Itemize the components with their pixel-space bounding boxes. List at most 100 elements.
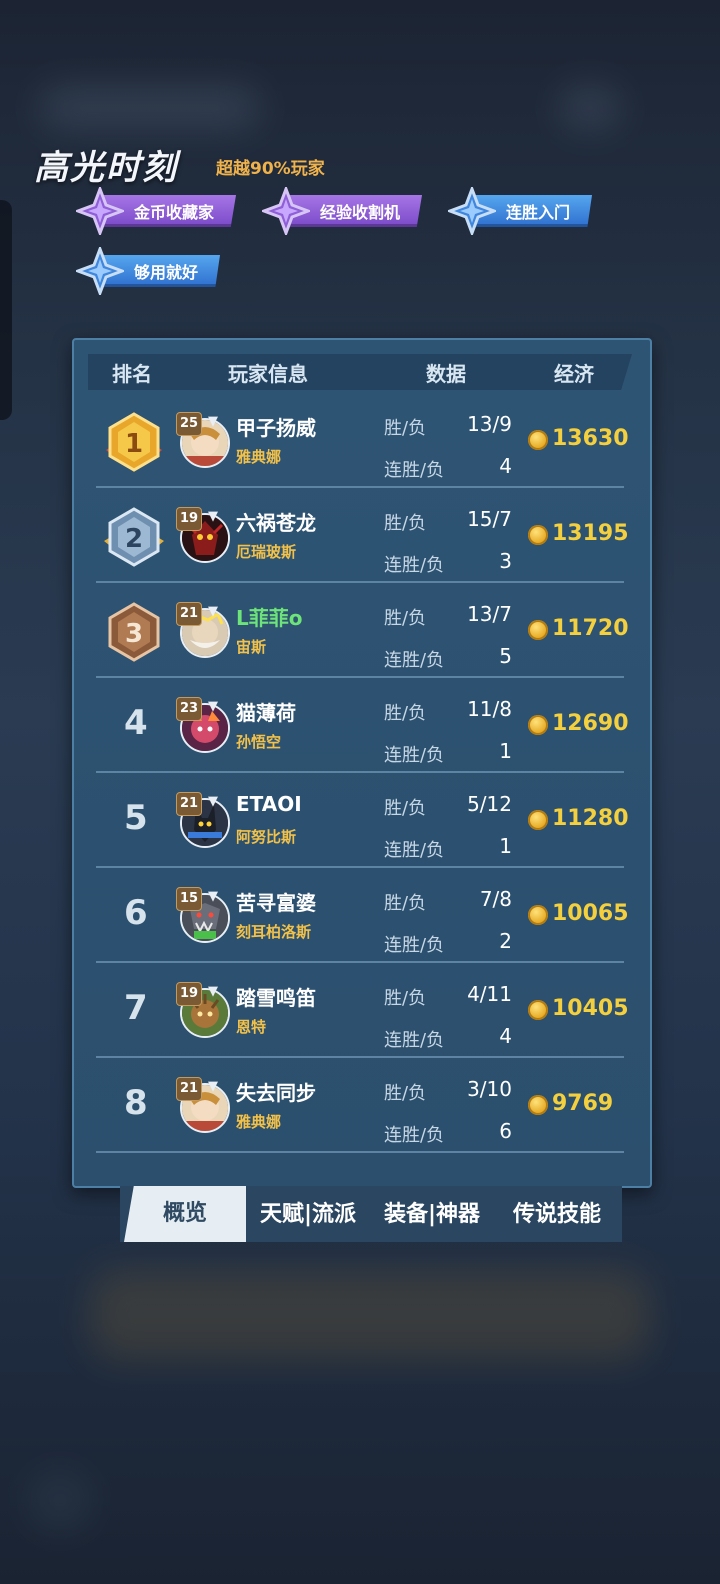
hero-name: 雅典娜 bbox=[236, 448, 282, 466]
badge-just-enough[interactable]: 够用就好 bbox=[76, 247, 246, 295]
hero-name: 刻耳柏洛斯 bbox=[236, 923, 312, 941]
win-loss-label: 胜/负 bbox=[384, 1083, 427, 1104]
level-badge: 15 bbox=[176, 887, 202, 911]
player-name: 猫薄荷 bbox=[236, 701, 296, 725]
streak-label: 连胜/负 bbox=[384, 840, 445, 861]
coin-icon bbox=[528, 715, 548, 735]
table-row[interactable]: 3 21 ▼ L菲菲o 宙斯 胜/负 13/7 连胜/负 5 11720 bbox=[96, 582, 629, 678]
chevron-down-icon: ▼ bbox=[208, 414, 218, 429]
table-row[interactable]: 7 19 ▼ 踏雪鸣笛 恩特 胜/负 4/11 连胜/负 4 10405 bbox=[96, 962, 629, 1058]
streak-label: 连胜/负 bbox=[384, 555, 445, 576]
level-badge: 21 bbox=[176, 792, 202, 816]
chevron-down-icon: ▼ bbox=[208, 889, 218, 904]
streak-label: 连胜/负 bbox=[384, 460, 445, 481]
chevron-down-icon: ▼ bbox=[208, 984, 218, 999]
streak-value: 2 bbox=[499, 929, 512, 953]
win-loss-value: 4/11 bbox=[467, 982, 512, 1006]
economy-value: 13630 bbox=[552, 426, 629, 451]
background-blur bbox=[90, 1270, 650, 1360]
hero-name: 阿努比斯 bbox=[236, 828, 297, 846]
silver-medal-icon: 2 bbox=[104, 507, 164, 567]
table-row[interactable]: 8 21 ▼ 失去同步 雅典娜 胜/负 3/10 连胜/负 6 9769 bbox=[96, 1057, 624, 1153]
chevron-down-icon: ▼ bbox=[208, 509, 218, 524]
badge-exp-harvester[interactable]: 经验收割机 bbox=[262, 187, 432, 235]
streak-value: 6 bbox=[499, 1119, 512, 1143]
hero-name: 厄瑞玻斯 bbox=[236, 543, 297, 561]
tab-talent-genre[interactable]: 天赋|流派 bbox=[260, 1196, 356, 1228]
win-loss-value: 3/10 bbox=[467, 1077, 512, 1101]
level-badge: 19 bbox=[176, 507, 202, 531]
player-name: L菲菲o bbox=[236, 606, 303, 630]
chevron-down-icon: ▼ bbox=[208, 1079, 218, 1094]
win-loss-value: 13/9 bbox=[467, 412, 512, 436]
win-loss-label: 胜/负 bbox=[384, 988, 427, 1009]
blue-star-icon bbox=[448, 187, 496, 235]
coin-icon bbox=[528, 620, 548, 640]
win-loss-value: 13/7 bbox=[467, 602, 512, 626]
win-loss-label: 胜/负 bbox=[384, 418, 427, 439]
hero-name: 孙悟空 bbox=[236, 733, 282, 751]
rank-number: 4 bbox=[124, 703, 148, 743]
economy-value: 13195 bbox=[552, 521, 629, 546]
level-badge: 23 bbox=[176, 697, 202, 721]
tab-legend-skills[interactable]: 传说技能 bbox=[513, 1196, 601, 1228]
badge-coin-collector[interactable]: 金币收藏家 bbox=[76, 187, 246, 235]
chevron-down-icon: ▼ bbox=[208, 794, 218, 809]
side-handle bbox=[0, 200, 12, 420]
level-badge: 19 bbox=[176, 982, 202, 1006]
purple-star-icon bbox=[76, 187, 124, 235]
gold-medal-icon: 1 bbox=[106, 412, 162, 472]
table-row[interactable]: 5 21 ▼ ETAOI 阿努比斯 胜/负 5/12 连胜/负 1 11280 bbox=[96, 772, 629, 868]
table-row[interactable]: 6 15 ▼ 苦寻富婆 刻耳柏洛斯 胜/负 7/8 连胜/负 2 10065 bbox=[96, 867, 629, 963]
player-name: ETAOI bbox=[236, 792, 302, 816]
streak-label: 连胜/负 bbox=[384, 745, 445, 766]
background-blur bbox=[560, 88, 620, 128]
win-loss-value: 5/12 bbox=[467, 792, 512, 816]
coin-icon bbox=[528, 1095, 548, 1115]
hero-name: 雅典娜 bbox=[236, 1113, 282, 1131]
header-player: 玩家信息 bbox=[228, 362, 308, 386]
table-row[interactable]: 4 23 ▼ 猫薄荷 孙悟空 胜/负 11/8 连胜/负 1 12690 bbox=[96, 677, 629, 773]
streak-label: 连胜/负 bbox=[384, 935, 445, 956]
badge-streak-beginner[interactable]: 连胜入门 bbox=[448, 187, 618, 235]
win-loss-label: 胜/负 bbox=[384, 798, 427, 819]
player-name: 六祸苍龙 bbox=[236, 511, 316, 535]
economy-value: 9769 bbox=[552, 1091, 614, 1116]
background-blur bbox=[30, 1470, 90, 1530]
rank-number: 5 bbox=[124, 798, 148, 838]
highlight-subtitle: 超越90%玩家 bbox=[216, 159, 325, 179]
streak-label: 连胜/负 bbox=[384, 650, 445, 671]
rank-number: 6 bbox=[124, 893, 148, 933]
streak-value: 4 bbox=[499, 454, 512, 478]
table-row[interactable]: 2 19 ▼ 六祸苍龙 厄瑞玻斯 胜/负 15/7 连胜/负 3 13195 bbox=[96, 487, 629, 583]
player-name: 苦寻富婆 bbox=[236, 891, 316, 915]
table-header: 排名 玩家信息 数据 经济 bbox=[88, 354, 632, 390]
tab-overview[interactable]: 概览 bbox=[124, 1186, 246, 1242]
coin-icon bbox=[528, 1000, 548, 1020]
player-name: 甲子扬威 bbox=[236, 416, 316, 440]
win-loss-label: 胜/负 bbox=[384, 893, 427, 914]
win-loss-value: 7/8 bbox=[479, 887, 512, 911]
level-badge: 21 bbox=[176, 602, 202, 626]
level-badge: 21 bbox=[176, 1077, 202, 1101]
hero-name: 恩特 bbox=[236, 1018, 267, 1036]
rank-number: 8 bbox=[124, 1083, 148, 1123]
streak-value: 3 bbox=[499, 549, 512, 573]
streak-value: 4 bbox=[499, 1024, 512, 1048]
economy-value: 10065 bbox=[552, 901, 629, 926]
table-row[interactable]: 1 25 ▼ 甲子扬威 雅典娜 胜/负 13/9 连胜/负 4 13630 bbox=[96, 392, 629, 488]
economy-value: 10405 bbox=[552, 996, 629, 1021]
economy-value: 11280 bbox=[552, 806, 629, 831]
win-loss-value: 11/8 bbox=[467, 697, 512, 721]
streak-value: 1 bbox=[499, 834, 512, 858]
hero-name: 宙斯 bbox=[236, 638, 267, 656]
tab-equipment-artifact[interactable]: 装备|神器 bbox=[384, 1196, 480, 1228]
background-blur bbox=[40, 88, 260, 128]
streak-label: 连胜/负 bbox=[384, 1125, 445, 1146]
level-badge: 25 bbox=[176, 412, 202, 436]
purple-star-icon bbox=[262, 187, 310, 235]
win-loss-value: 15/7 bbox=[467, 507, 512, 531]
tab-bar: 概览 天赋|流派 装备|神器 传说技能 bbox=[120, 1186, 622, 1242]
coin-icon bbox=[528, 905, 548, 925]
medal-rank: 2 bbox=[125, 524, 143, 554]
